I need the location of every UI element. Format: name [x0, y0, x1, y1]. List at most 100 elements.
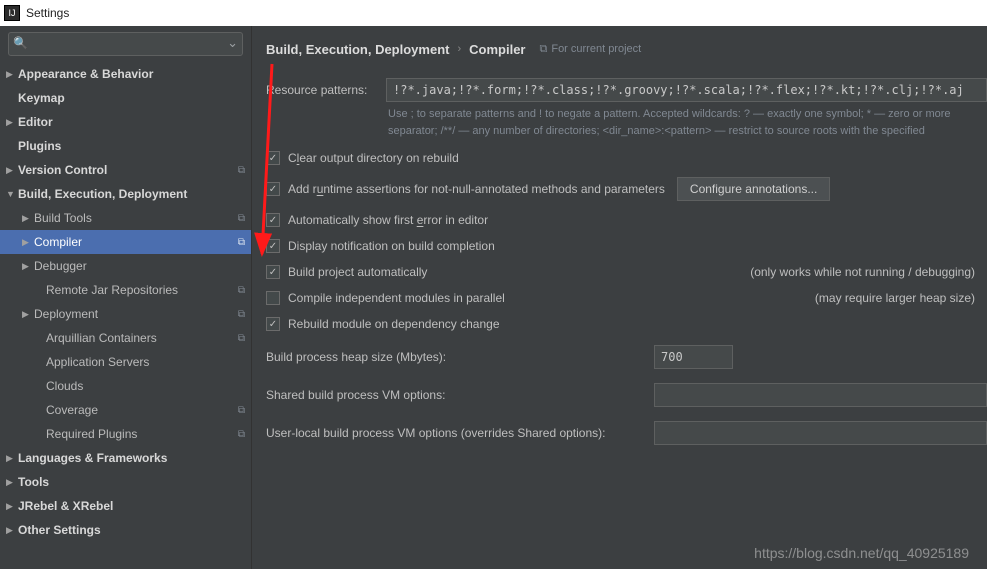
- scope-icon: ⧉: [238, 285, 245, 296]
- sidebar-item-label: Deployment: [34, 307, 234, 321]
- sidebar-item-label: Languages & Frameworks: [18, 451, 245, 465]
- build-auto-note: (only works while not running / debuggin…: [750, 265, 987, 279]
- configure-annotations-button[interactable]: Configure annotations...: [677, 177, 830, 201]
- heap-size-label: Build process heap size (Mbytes):: [266, 350, 654, 364]
- search-box: 🔍 ⌄: [8, 32, 243, 56]
- user-vm-input[interactable]: [654, 421, 987, 445]
- sidebar-item-label: Keymap: [18, 91, 245, 105]
- sidebar-item-remote-jar-repositories[interactable]: Remote Jar Repositories ⧉: [0, 278, 251, 302]
- chevron-right-icon: ▶: [6, 69, 16, 80]
- scope-label: ⧉ For current project: [539, 43, 641, 56]
- scope-icon: ⧉: [238, 429, 245, 440]
- app-icon: IJ: [4, 5, 20, 21]
- sidebar-item-label: Appearance & Behavior: [18, 67, 245, 81]
- sidebar-item-label: Editor: [18, 115, 245, 129]
- scope-icon: ⧉: [238, 237, 245, 248]
- resource-patterns-input[interactable]: [386, 78, 987, 102]
- sidebar-item-debugger[interactable]: ▶Debugger: [0, 254, 251, 278]
- sidebar-item-coverage[interactable]: Coverage⧉: [0, 398, 251, 422]
- rebuild-dependency-checkbox[interactable]: [266, 317, 280, 331]
- search-icon: 🔍: [13, 36, 28, 50]
- sidebar-item-application-servers[interactable]: Application Servers: [0, 350, 251, 374]
- breadcrumb-leaf: Compiler: [469, 42, 525, 57]
- search-input[interactable]: [8, 32, 243, 56]
- sidebar-item-label: Remote Jar Repositories: [46, 283, 234, 297]
- sidebar-item-label: Plugins: [18, 139, 245, 153]
- sidebar-item-deployment[interactable]: ▶Deployment ⧉: [0, 302, 251, 326]
- sidebar-item-label: Coverage: [46, 403, 234, 417]
- sidebar-item-languages-frameworks[interactable]: ▶Languages & Frameworks: [0, 446, 251, 470]
- sidebar-item-label: Compiler: [34, 235, 234, 249]
- sidebar-item-compiler[interactable]: ▶Compiler ⧉: [0, 230, 251, 254]
- chevron-right-icon: ▶: [22, 237, 32, 248]
- titlebar: IJ Settings: [0, 0, 987, 26]
- settings-tree: ▶Appearance & BehaviorKeymap▶EditorPlugi…: [0, 60, 251, 569]
- rebuild-dependency-label: Rebuild module on dependency change: [288, 317, 500, 331]
- sidebar-item-label: Application Servers: [46, 355, 245, 369]
- clear-output-checkbox[interactable]: [266, 151, 280, 165]
- sidebar-item-label: Required Plugins: [46, 427, 234, 441]
- sidebar-item-clouds[interactable]: Clouds: [0, 374, 251, 398]
- chevron-right-icon: ▶: [6, 453, 16, 464]
- scope-icon: ⧉: [238, 213, 245, 224]
- sidebar-item-label: Debugger: [34, 259, 245, 273]
- scope-icon: ⧉: [238, 165, 245, 176]
- chevron-right-icon: ▶: [6, 525, 16, 536]
- content-panel: Build, Execution, Deployment › Compiler …: [252, 26, 987, 569]
- sidebar-item-required-plugins[interactable]: Required Plugins ⧉: [0, 422, 251, 446]
- chevron-right-icon: ▶: [22, 261, 32, 272]
- sidebar-item-jrebel-xrebel[interactable]: ▶JRebel & XRebel: [0, 494, 251, 518]
- display-notification-checkbox[interactable]: [266, 239, 280, 253]
- sidebar-item-label: Clouds: [46, 379, 245, 393]
- window-title: Settings: [26, 6, 69, 20]
- sidebar-item-editor[interactable]: ▶Editor: [0, 110, 251, 134]
- scope-icon: ⧉: [238, 309, 245, 320]
- sidebar-item-label: Other Settings: [18, 523, 245, 537]
- chevron-down-icon: ▼: [6, 189, 16, 199]
- resource-patterns-hint: Use ; to separate patterns and ! to nega…: [266, 106, 987, 139]
- chevron-right-icon: ▶: [6, 477, 16, 488]
- sidebar-item-build-tools[interactable]: ▶Build Tools ⧉: [0, 206, 251, 230]
- compile-parallel-checkbox[interactable]: [266, 291, 280, 305]
- breadcrumb-root[interactable]: Build, Execution, Deployment: [266, 42, 449, 57]
- sidebar-item-version-control[interactable]: ▶Version Control ⧉: [0, 158, 251, 182]
- build-auto-label: Build project automatically: [288, 265, 427, 279]
- sidebar-item-label: JRebel & XRebel: [18, 499, 245, 513]
- chevron-right-icon: ›: [457, 43, 461, 55]
- sidebar-item-keymap[interactable]: Keymap: [0, 86, 251, 110]
- sidebar-item-label: Tools: [18, 475, 245, 489]
- sidebar-item-label: Build Tools: [34, 211, 234, 225]
- auto-show-error-label: Automatically show first error in editor: [288, 213, 488, 227]
- scope-text: For current project: [551, 43, 641, 55]
- sidebar-item-arquillian-containers[interactable]: Arquillian Containers⧉: [0, 326, 251, 350]
- shared-vm-label: Shared build process VM options:: [266, 388, 654, 402]
- add-runtime-assertions-label: Add runtime assertions for not-null-anno…: [288, 182, 665, 196]
- sidebar-item-label: Build, Execution, Deployment: [18, 187, 245, 201]
- clear-search-icon[interactable]: ⌄: [227, 35, 238, 51]
- resource-patterns-label: Resource patterns:: [266, 83, 386, 97]
- sidebar-item-label: Version Control: [18, 163, 234, 177]
- user-vm-label: User-local build process VM options (ove…: [266, 426, 654, 440]
- copy-icon: ⧉: [539, 43, 547, 56]
- compile-parallel-label: Compile independent modules in parallel: [288, 291, 505, 305]
- sidebar-item-appearance-behavior[interactable]: ▶Appearance & Behavior: [0, 62, 251, 86]
- chevron-right-icon: ▶: [6, 165, 16, 176]
- display-notification-label: Display notification on build completion: [288, 239, 495, 253]
- chevron-right-icon: ▶: [6, 117, 16, 128]
- shared-vm-input[interactable]: [654, 383, 987, 407]
- clear-output-label: Clear output directory on rebuild: [288, 151, 459, 165]
- chevron-right-icon: ▶: [22, 213, 32, 224]
- compile-parallel-note: (may require larger heap size): [815, 291, 987, 305]
- sidebar-item-label: Arquillian Containers: [46, 331, 234, 345]
- chevron-right-icon: ▶: [22, 309, 32, 320]
- sidebar-item-tools[interactable]: ▶Tools: [0, 470, 251, 494]
- add-runtime-assertions-checkbox[interactable]: [266, 182, 280, 196]
- sidebar: 🔍 ⌄ ▶Appearance & BehaviorKeymap▶EditorP…: [0, 26, 252, 569]
- auto-show-error-checkbox[interactable]: [266, 213, 280, 227]
- heap-size-input[interactable]: [654, 345, 733, 369]
- sidebar-item-other-settings[interactable]: ▶Other Settings: [0, 518, 251, 542]
- sidebar-item-plugins[interactable]: Plugins: [0, 134, 251, 158]
- sidebar-item-build-execution-deployment[interactable]: ▼Build, Execution, Deployment: [0, 182, 251, 206]
- chevron-right-icon: ▶: [6, 501, 16, 512]
- build-auto-checkbox[interactable]: [266, 265, 280, 279]
